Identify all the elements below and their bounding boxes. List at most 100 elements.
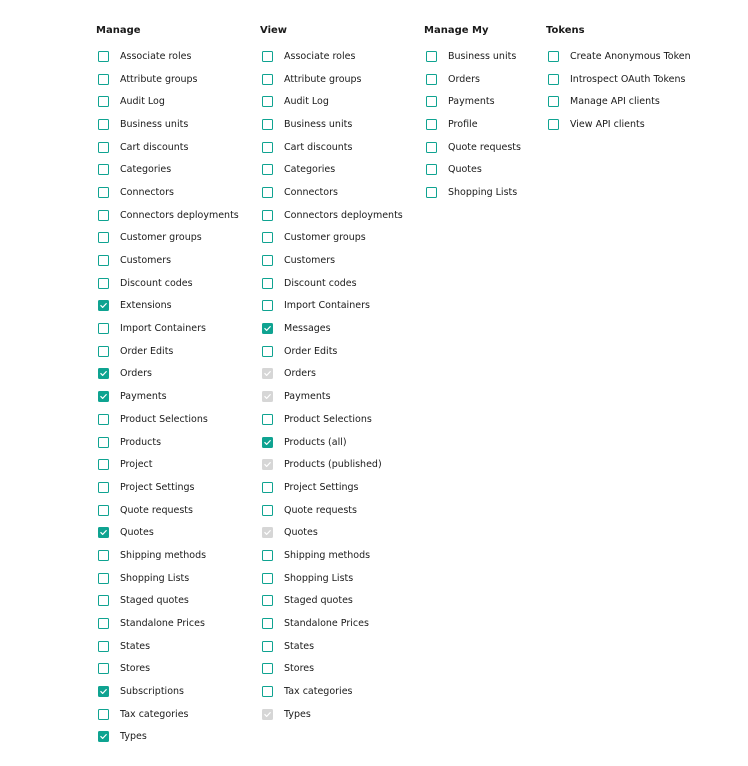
checkbox-row-shipping-methods[interactable]: Shipping methods xyxy=(260,544,403,567)
checkbox-row-introspect-oauth-tokens[interactable]: Introspect OAuth Tokens xyxy=(546,68,691,91)
checkbox-row-stores[interactable]: Stores xyxy=(96,658,239,681)
checkbox[interactable] xyxy=(262,436,273,448)
checkbox[interactable] xyxy=(98,300,109,312)
checkbox[interactable] xyxy=(262,640,273,652)
checkbox[interactable] xyxy=(426,164,437,176)
checkbox-row-quote-requests[interactable]: Quote requests xyxy=(260,499,403,522)
checkbox[interactable] xyxy=(98,459,109,471)
checkbox[interactable] xyxy=(262,663,273,675)
checkbox[interactable] xyxy=(98,209,109,221)
checkbox-row-tax-categories[interactable]: Tax categories xyxy=(260,680,403,703)
checkbox-row-connectors-deployments[interactable]: Connectors deployments xyxy=(96,204,239,227)
checkbox[interactable] xyxy=(98,50,109,62)
checkbox[interactable] xyxy=(262,618,273,630)
checkbox[interactable] xyxy=(262,572,273,584)
checkbox[interactable] xyxy=(262,186,273,198)
checkbox[interactable] xyxy=(426,50,437,62)
checkbox[interactable] xyxy=(426,141,437,153)
checkbox-row-cart-discounts[interactable]: Cart discounts xyxy=(96,136,239,159)
checkbox-row-discount-codes[interactable]: Discount codes xyxy=(96,272,239,295)
checkbox-row-staged-quotes[interactable]: Staged quotes xyxy=(96,590,239,613)
checkbox[interactable] xyxy=(426,118,437,130)
checkbox[interactable] xyxy=(262,413,273,425)
checkbox-row-orders[interactable]: Orders xyxy=(96,363,239,386)
checkbox-row-subscriptions[interactable]: Subscriptions xyxy=(96,680,239,703)
checkbox-row-standalone-prices[interactable]: Standalone Prices xyxy=(260,612,403,635)
checkbox-row-attribute-groups[interactable]: Attribute groups xyxy=(96,68,239,91)
checkbox-row-products[interactable]: Products xyxy=(96,431,239,454)
checkbox-row-product-selections[interactable]: Product Selections xyxy=(260,408,403,431)
checkbox-row-categories[interactable]: Categories xyxy=(96,158,239,181)
checkbox[interactable] xyxy=(426,96,437,108)
checkbox-row-products-all[interactable]: Products (all) xyxy=(260,431,403,454)
checkbox[interactable] xyxy=(98,595,109,607)
checkbox[interactable] xyxy=(98,481,109,493)
checkbox[interactable] xyxy=(98,436,109,448)
checkbox[interactable] xyxy=(98,527,109,539)
checkbox[interactable] xyxy=(262,141,273,153)
checkbox[interactable] xyxy=(262,118,273,130)
checkbox-row-business-units[interactable]: Business units xyxy=(96,113,239,136)
checkbox[interactable] xyxy=(98,141,109,153)
checkbox[interactable] xyxy=(98,323,109,335)
checkbox-row-customers[interactable]: Customers xyxy=(260,249,403,272)
checkbox[interactable] xyxy=(98,345,109,357)
checkbox-row-quotes[interactable]: Quotes xyxy=(96,521,239,544)
checkbox-row-payments[interactable]: Payments xyxy=(96,385,239,408)
checkbox[interactable] xyxy=(262,504,273,516)
checkbox-row-connectors[interactable]: Connectors xyxy=(260,181,403,204)
checkbox[interactable] xyxy=(98,413,109,425)
checkbox[interactable] xyxy=(262,96,273,108)
checkbox-row-quote-requests[interactable]: Quote requests xyxy=(424,136,521,159)
checkbox[interactable] xyxy=(262,549,273,561)
checkbox[interactable] xyxy=(98,572,109,584)
checkbox[interactable] xyxy=(98,164,109,176)
checkbox-row-extensions[interactable]: Extensions xyxy=(96,295,239,318)
checkbox[interactable] xyxy=(98,640,109,652)
checkbox[interactable] xyxy=(98,618,109,630)
checkbox-row-stores[interactable]: Stores xyxy=(260,658,403,681)
checkbox-row-shopping-lists[interactable]: Shopping Lists xyxy=(424,181,521,204)
checkbox-row-customer-groups[interactable]: Customer groups xyxy=(96,227,239,250)
checkbox-row-messages[interactable]: Messages xyxy=(260,317,403,340)
checkbox[interactable] xyxy=(262,50,273,62)
checkbox-row-tax-categories[interactable]: Tax categories xyxy=(96,703,239,726)
checkbox[interactable] xyxy=(98,186,109,198)
checkbox-row-associate-roles[interactable]: Associate roles xyxy=(260,45,403,68)
checkbox[interactable] xyxy=(98,118,109,130)
checkbox[interactable] xyxy=(98,549,109,561)
checkbox-row-discount-codes[interactable]: Discount codes xyxy=(260,272,403,295)
checkbox[interactable] xyxy=(98,504,109,516)
checkbox-row-create-anonymous-token[interactable]: Create Anonymous Token xyxy=(546,45,691,68)
checkbox-row-view-api-clients[interactable]: View API clients xyxy=(546,113,691,136)
checkbox[interactable] xyxy=(426,73,437,85)
checkbox[interactable] xyxy=(262,277,273,289)
checkbox-row-customers[interactable]: Customers xyxy=(96,249,239,272)
checkbox[interactable] xyxy=(98,368,109,380)
checkbox-row-quotes[interactable]: Quotes xyxy=(424,158,521,181)
checkbox-row-attribute-groups[interactable]: Attribute groups xyxy=(260,68,403,91)
checkbox-row-profile[interactable]: Profile xyxy=(424,113,521,136)
checkbox[interactable] xyxy=(98,73,109,85)
checkbox-row-business-units[interactable]: Business units xyxy=(260,113,403,136)
checkbox[interactable] xyxy=(548,50,559,62)
checkbox[interactable] xyxy=(262,595,273,607)
checkbox[interactable] xyxy=(548,73,559,85)
checkbox-row-project-settings[interactable]: Project Settings xyxy=(96,476,239,499)
checkbox-row-order-edits[interactable]: Order Edits xyxy=(260,340,403,363)
checkbox[interactable] xyxy=(262,686,273,698)
checkbox[interactable] xyxy=(262,209,273,221)
checkbox[interactable] xyxy=(262,323,273,335)
checkbox-row-project[interactable]: Project xyxy=(96,453,239,476)
checkbox[interactable] xyxy=(262,300,273,312)
checkbox-row-states[interactable]: States xyxy=(96,635,239,658)
checkbox[interactable] xyxy=(262,345,273,357)
checkbox[interactable] xyxy=(98,663,109,675)
checkbox-row-customer-groups[interactable]: Customer groups xyxy=(260,227,403,250)
checkbox-row-product-selections[interactable]: Product Selections xyxy=(96,408,239,431)
checkbox[interactable] xyxy=(548,118,559,130)
checkbox[interactable] xyxy=(98,96,109,108)
checkbox-row-categories[interactable]: Categories xyxy=(260,158,403,181)
checkbox[interactable] xyxy=(98,708,109,720)
checkbox[interactable] xyxy=(262,164,273,176)
